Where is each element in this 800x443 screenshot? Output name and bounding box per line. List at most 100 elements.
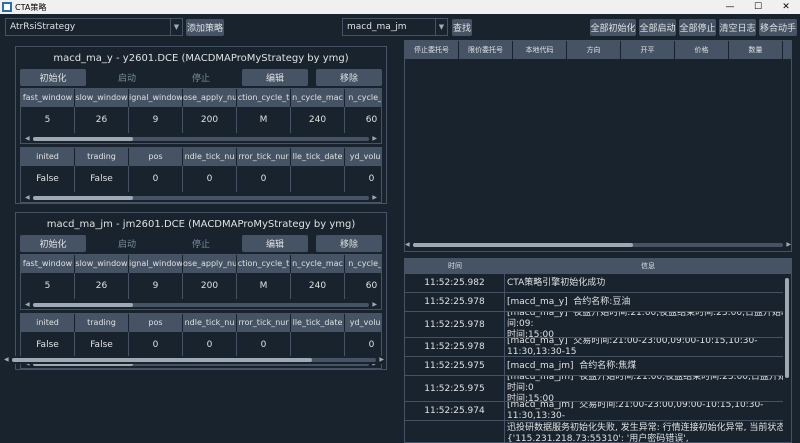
scroll-left-icon[interactable]: ◀ (405, 241, 410, 249)
table-cell[interactable]: 200 (183, 107, 237, 133)
log-row[interactable]: 11:52:25.978 [macd_ma_y] 夜盘开始时间:21:00,夜盘结… (405, 312, 791, 338)
column-header: lle_tick_date (291, 148, 345, 166)
table-cell: False (75, 166, 129, 192)
scroll-right-icon[interactable]: ▶ (372, 194, 377, 202)
table-cell[interactable]: 26 (75, 107, 129, 133)
column-header: fast_window (21, 89, 75, 107)
stop-all-button[interactable]: 全部停止 (679, 19, 716, 36)
start-button[interactable]: 启动 (94, 235, 160, 252)
search-button[interactable]: 查找 (452, 19, 472, 36)
log-row[interactable]: 迅投研数据服务初始化失败, 发生异常: 行情连接初始化异常, 当前状态: {'1… (405, 421, 791, 442)
strategy-class-select[interactable]: AtrRsiStrategy ▼ (5, 18, 183, 36)
table-cell[interactable]: 240 (291, 273, 345, 299)
log-time: 11:52:25.978 (405, 338, 505, 356)
remove-button[interactable]: 移除 (316, 69, 382, 86)
table-row: False False 0 0 0 0 (21, 332, 381, 358)
column-header: ction_cycle_t (237, 89, 291, 107)
log-row[interactable]: 11:52:25.982 CTA策略引擎初始化成功 (405, 274, 791, 293)
column-header: inited (21, 314, 75, 332)
table-cell: 0 (129, 166, 183, 192)
table-cell[interactable]: 26 (75, 273, 129, 299)
start-button[interactable]: 启动 (94, 69, 160, 86)
scroll-left-icon[interactable]: ◀ (25, 194, 30, 202)
column-header: lle_tick_date (291, 314, 345, 332)
stop-button[interactable]: 停止 (168, 235, 234, 252)
log-message: CTA策略引擎初始化成功 (507, 277, 606, 288)
column-header: ndle_tick_nu (183, 314, 237, 332)
table-cell[interactable]: 240 (291, 107, 345, 133)
scroll-right-icon[interactable]: ▶ (372, 135, 377, 143)
table-cell[interactable]: M (237, 107, 291, 133)
edit-button[interactable]: 编辑 (242, 69, 308, 86)
strategy-pane-scrollbar[interactable]: ◀ ▶ (4, 356, 384, 364)
chevron-down-icon[interactable]: ▼ (435, 19, 447, 35)
horizontal-scrollbar[interactable]: ◀ ▶ (25, 194, 377, 202)
strategy-class-value: AtrRsiStrategy (10, 22, 76, 32)
column-header: yd_volume (345, 314, 381, 332)
column-header: ose_apply_nu (183, 255, 237, 273)
column-header: ction_cycle_t (237, 255, 291, 273)
table-cell: 0 (345, 166, 381, 192)
table-cell[interactable]: 60 (345, 273, 381, 299)
move-stop-button[interactable]: 移合动手 (759, 19, 797, 36)
log-table: 时间 信息 11:52:25.982 CTA策略引擎初始化成功 11:52:25.… (404, 258, 792, 443)
column-header: ignal_window (129, 89, 183, 107)
init-button[interactable]: 初始化 (20, 235, 86, 252)
init-all-button[interactable]: 全部初始化 (590, 19, 636, 36)
table-cell[interactable]: 9 (129, 273, 183, 299)
log-row[interactable]: 11:52:25.978 [macd_ma_y] 交易时间:21:00-23:00… (405, 338, 791, 357)
table-cell[interactable]: M (237, 273, 291, 299)
horizontal-scrollbar[interactable]: ◀ ▶ (25, 135, 377, 143)
column-header: yd_volume (345, 148, 381, 166)
add-strategy-button[interactable]: 添加策略 (186, 19, 224, 36)
column-header: pos (129, 314, 183, 332)
log-row[interactable]: 11:52:25.975 [macd_ma_jm] 夜盘开始时间:21:00,夜盘… (405, 376, 791, 402)
vertical-scrollbar[interactable] (783, 274, 791, 442)
column-header: fast_window (21, 255, 75, 273)
chevron-down-icon[interactable]: ▼ (170, 19, 182, 35)
table-cell[interactable]: 9 (129, 107, 183, 133)
clear-log-button[interactable]: 清空日志 (719, 19, 756, 36)
maximize-icon[interactable]: ☐ (744, 0, 772, 14)
table-cell: 0 (237, 166, 291, 192)
table-cell[interactable]: 5 (21, 107, 75, 133)
horizontal-scrollbar[interactable]: ◀ ▶ (25, 301, 377, 309)
log-row[interactable]: 11:52:25.978 [macd_ma_y] 合约名称:豆油 (405, 293, 791, 312)
scroll-left-icon[interactable]: ◀ (25, 135, 30, 143)
scroll-left-icon[interactable]: ◀ (25, 301, 30, 309)
init-button[interactable]: 初始化 (20, 69, 86, 86)
column-header: ndle_tick_nu (183, 148, 237, 166)
scroll-right-icon[interactable]: ▶ (379, 356, 384, 364)
scroll-left-icon[interactable]: ◀ (4, 356, 9, 364)
table-cell: False (21, 166, 75, 192)
column-header: n_cycle_mac (291, 89, 345, 107)
scroll-right-icon[interactable]: ▶ (372, 301, 377, 309)
scroll-right-icon[interactable]: ▶ (786, 241, 791, 249)
table-cell[interactable]: 200 (183, 273, 237, 299)
table-cell: 0 (237, 332, 291, 358)
log-message: [macd_ma_y] 交易时间:21:00-23:00,09:00-10:15… (507, 338, 758, 356)
table-cell[interactable]: 5 (21, 273, 75, 299)
edit-button[interactable]: 编辑 (242, 235, 308, 252)
title-bar: CTA策略 — ☐ ✕ (0, 0, 800, 14)
log-time: 11:52:25.978 (405, 293, 505, 311)
stop-button[interactable]: 停止 (168, 69, 234, 86)
log-row[interactable]: 11:52:25.975 [macd_ma_jm] 合约名称:焦煤 (405, 357, 791, 376)
log-message: [macd_ma_y] 合约名称:豆油 (507, 296, 631, 307)
column-header: 停止委托号 (405, 41, 459, 59)
log-row[interactable]: 11:52:25.974 [macd_ma_jm] 交易时间:21:00-23:0… (405, 402, 791, 421)
parameters-table: fast_window slow_window ignal_window ose… (20, 88, 382, 144)
table-cell: False (21, 332, 75, 358)
remove-button[interactable]: 移除 (316, 235, 382, 252)
close-icon[interactable]: ✕ (772, 0, 800, 14)
start-all-button[interactable]: 全部启动 (639, 19, 676, 36)
app-icon (2, 2, 12, 12)
log-message: [macd_ma_jm] 夜盘开始时间:21:00,夜盘结束时间:23:00,日… (507, 376, 787, 401)
horizontal-scrollbar[interactable]: ◀ ▶ (405, 241, 791, 249)
toolbar: AtrRsiStrategy ▼ 添加策略 macd_ma_jm ▼ 查找 全部… (0, 14, 800, 40)
table-cell[interactable]: 60 (345, 107, 381, 133)
column-header: 开平 (621, 41, 675, 59)
column-header: slow_window (75, 255, 129, 273)
strategy-search-select[interactable]: macd_ma_jm ▼ (342, 18, 448, 36)
minimize-icon[interactable]: — (716, 0, 744, 14)
